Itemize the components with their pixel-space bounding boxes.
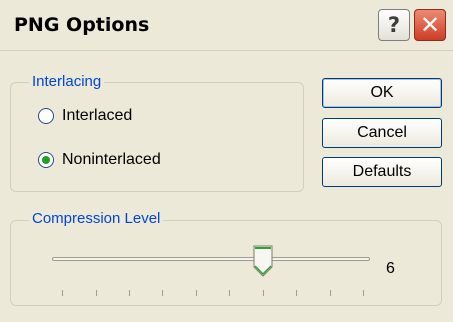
slider-tick: [162, 290, 163, 296]
compression-slider-track[interactable]: [52, 257, 370, 261]
compression-group-title: Compression Level: [29, 210, 164, 228]
interlaced-radio[interactable]: [38, 108, 54, 124]
slider-tick: [263, 290, 264, 296]
slider-tick: [96, 290, 97, 296]
slider-tick: [129, 290, 130, 296]
interlacing-group: [10, 82, 304, 192]
compression-group: [10, 220, 442, 306]
interlacing-group-title: Interlacing: [29, 73, 105, 91]
interlaced-label[interactable]: Interlaced: [62, 107, 132, 125]
noninterlaced-radio[interactable]: [38, 152, 54, 168]
png-options-dialog: PNG Options ? ✕ Interlacing Interlaced N…: [0, 0, 453, 322]
noninterlaced-label[interactable]: Noninterlaced: [62, 151, 161, 169]
close-icon: ✕: [419, 11, 441, 39]
defaults-button[interactable]: Defaults: [322, 157, 442, 187]
close-button[interactable]: ✕: [414, 9, 446, 41]
help-icon: ?: [387, 13, 401, 37]
slider-tick: [363, 290, 364, 296]
slider-tick: [296, 290, 297, 296]
cancel-button[interactable]: Cancel: [322, 118, 442, 148]
ok-button[interactable]: OK: [322, 78, 442, 108]
slider-tick: [330, 290, 331, 296]
help-button[interactable]: ?: [378, 9, 410, 41]
slider-tick: [196, 290, 197, 296]
slider-tick: [229, 290, 230, 296]
window-title: PNG Options: [14, 14, 150, 36]
slider-tick: [62, 290, 63, 296]
compression-slider-thumb[interactable]: [253, 245, 273, 277]
compression-value: 6: [386, 260, 395, 277]
title-bar[interactable]: PNG Options ? ✕: [0, 0, 453, 51]
